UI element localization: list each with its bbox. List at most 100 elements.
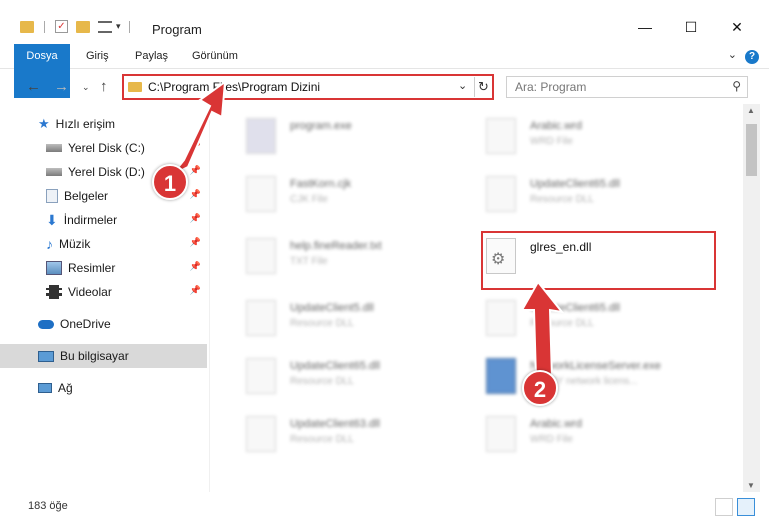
close-button[interactable]: ✕ [714, 12, 760, 42]
sidebar-item-label: İndirmeler [63, 213, 118, 227]
separator-icon [128, 20, 130, 33]
highlight-box [481, 231, 716, 290]
chevron-down-icon[interactable]: ⌄ [458, 79, 467, 92]
help-button[interactable]: ? [745, 50, 759, 64]
sidebar-item-label: OneDrive [60, 317, 111, 331]
file-name: UpdateClient65.dll [290, 360, 380, 372]
window-title: Program [152, 22, 202, 37]
sidebar-item-onedrive[interactable]: OneDrive [0, 312, 207, 336]
video-icon [46, 285, 62, 299]
file-type: Resource DLL [290, 318, 354, 329]
customize-qa-icon[interactable]: ▾ [116, 21, 121, 32]
sidebar-item-label: Yerel Disk (D:) [68, 165, 145, 179]
pane-divider[interactable] [209, 104, 210, 492]
file-item[interactable]: program.exe [224, 108, 464, 162]
address-bar[interactable]: C:\Program Files\Program Dizini ⌄ ↻ [122, 74, 494, 100]
download-icon: ⬇ [46, 211, 58, 228]
search-input[interactable]: Ara: Program ⚲ [506, 76, 748, 98]
folder-icon [128, 82, 142, 92]
file-item[interactable]: UpdateClient65.dll Resource DLL [224, 348, 464, 402]
dll-file-icon [246, 300, 276, 336]
pin-icon[interactable]: 📌 [190, 165, 201, 176]
maximize-button[interactable]: ☐ [668, 12, 714, 42]
exe-file-icon [486, 358, 516, 394]
step-1-badge: 1 [152, 164, 188, 200]
sidebar-item-music[interactable]: ♪ Müzik 📌 [0, 232, 207, 256]
dll-file-icon [246, 416, 276, 452]
vertical-scrollbar[interactable]: ▲ ▼ [743, 104, 760, 492]
sidebar-item-videos[interactable]: Videolar 📌 [0, 280, 207, 304]
drive-icon [46, 168, 62, 176]
pin-icon[interactable]: 📌 [190, 285, 201, 296]
document-file-icon [486, 416, 516, 452]
quick-access-toolbar: ✓ ▾ [20, 20, 130, 33]
pin-icon[interactable]: 📌 [190, 261, 201, 272]
view-menu-icon[interactable] [98, 20, 112, 33]
pictures-icon [46, 261, 62, 275]
file-item[interactable]: help.fineReader.txt TXT File [224, 228, 464, 282]
scroll-down-icon[interactable]: ▼ [747, 481, 755, 490]
forward-arrow-icon[interactable]: → [54, 78, 69, 95]
file-name: UpdateClient65.dll [530, 178, 620, 190]
pin-icon[interactable]: 📌 [190, 213, 201, 224]
recent-locations-icon[interactable]: ⌄ [82, 82, 90, 93]
file-name: NetworkLicenseServer.exe [530, 360, 661, 372]
sidebar-item-network[interactable]: Ağ [0, 376, 207, 400]
exe-file-icon [246, 118, 276, 154]
file-type: Resource DLL [290, 376, 354, 387]
tab-view[interactable]: Görünüm [192, 44, 238, 69]
file-name: UpdateClient65.dll [530, 302, 620, 314]
file-item[interactable]: UpdateClient65.dll Resource DLL [464, 166, 704, 220]
file-item[interactable]: Arabic.wrd WRD File [464, 108, 704, 162]
sidebar-item-label: Ağ [58, 381, 73, 395]
file-name: Arabic.wrd [530, 120, 582, 132]
computer-icon [38, 350, 54, 362]
sidebar-item-label: Resimler [68, 261, 116, 275]
file-item[interactable]: UpdateClient63.dll Resource DLL [224, 406, 464, 460]
file-name: Arabic.wrd [530, 418, 582, 430]
back-arrow-icon[interactable]: ← [26, 78, 41, 95]
file-item[interactable]: UpdateClient65.dll Resource DLL [464, 290, 704, 344]
drive-icon [46, 144, 62, 152]
navigation-bar: ← → ⌄ ↑ C:\Program Files\Program Dizini … [0, 72, 769, 104]
file-item[interactable]: UpdateClient5.dll Resource DLL [224, 290, 464, 344]
tab-home[interactable]: Giriş [86, 44, 109, 69]
cloud-icon [38, 319, 54, 329]
sidebar-item-pictures[interactable]: Resimler 📌 [0, 256, 207, 280]
chevron-down-icon[interactable]: ⌄ [728, 48, 737, 61]
pin-icon[interactable]: 📌 [190, 189, 201, 200]
search-icon[interactable]: ⚲ [732, 79, 741, 93]
sidebar-item-local-disk-c[interactable]: Yerel Disk (C:) 📌 [0, 136, 207, 160]
tiles-view-icon[interactable] [737, 498, 755, 516]
star-icon: ★ [38, 116, 50, 131]
search-placeholder: Ara: Program [515, 80, 587, 94]
documents-icon [46, 189, 58, 203]
sidebar-item-quick-access[interactable]: ★ Hızlı erişim [0, 112, 207, 136]
pin-icon[interactable]: 📌 [190, 237, 201, 248]
folder-icon[interactable] [20, 20, 34, 33]
sidebar-item-label: Hızlı erişim [55, 117, 115, 131]
properties-icon[interactable]: ✓ [55, 20, 68, 33]
up-arrow-icon[interactable]: ↑ [100, 78, 108, 95]
pin-icon[interactable]: 📌 [190, 141, 201, 152]
file-item[interactable]: Arabic.wrd WRD File [464, 406, 704, 460]
new-folder-icon[interactable] [76, 20, 90, 33]
file-type: TXT File [290, 256, 328, 267]
scroll-up-icon[interactable]: ▲ [747, 106, 755, 115]
scrollbar-thumb[interactable] [746, 124, 757, 176]
file-name: UpdateClient5.dll [290, 302, 374, 314]
details-view-icon[interactable] [715, 498, 733, 516]
sidebar-item-label: Müzik [59, 237, 91, 251]
sidebar-item-this-pc[interactable]: Bu bilgisayar [0, 344, 207, 368]
file-item[interactable]: NetworkLicenseServer.exe ABBYY network l… [464, 348, 704, 402]
refresh-icon[interactable]: ↻ [474, 77, 492, 97]
address-path[interactable]: C:\Program Files\Program Dizini [148, 80, 320, 94]
tab-share[interactable]: Paylaş [135, 44, 168, 69]
file-item[interactable]: FastKorn.cjk CJK File [224, 166, 464, 220]
file-name: program.exe [290, 120, 352, 132]
minimize-button[interactable]: — [622, 12, 668, 42]
file-type: Resource DLL [290, 434, 354, 445]
sidebar-item-downloads[interactable]: ⬇ İndirmeler 📌 [0, 208, 207, 232]
file-type: Resource DLL [530, 318, 594, 329]
file-list: program.exe Arabic.wrd WRD File FastKorn… [214, 104, 742, 492]
